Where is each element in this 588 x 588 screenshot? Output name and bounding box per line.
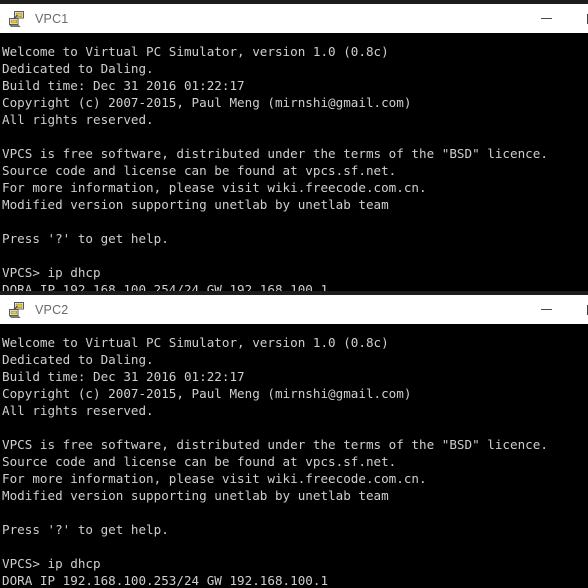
- minimize-button[interactable]: [523, 295, 569, 324]
- minimize-icon: [540, 18, 552, 19]
- terminal-line: Press '?' to get help.: [2, 231, 169, 246]
- terminal-line: Source code and license can be found at …: [2, 163, 397, 178]
- terminal-line: For more information, please visit wiki.…: [2, 471, 427, 486]
- maximize-button[interactable]: [569, 4, 588, 33]
- titlebar-vpc1[interactable]: VPC1: [0, 4, 588, 33]
- minimize-button[interactable]: [523, 4, 569, 33]
- terminal-line: All rights reserved.: [2, 112, 154, 127]
- terminal-line: VPCS> ip dhcp: [2, 556, 101, 571]
- terminal-line: Build time: Dec 31 2016 01:22:17: [2, 78, 245, 93]
- desktop-screen: VPC1 Welcome to Virtual PC Simulator, ve…: [0, 0, 588, 588]
- terminal-line: DORA IP 192.168.100.254/24 GW 192.168.10…: [2, 282, 329, 291]
- terminal-line: Welcome to Virtual PC Simulator, version…: [2, 335, 389, 350]
- terminal-line: Press '?' to get help.: [2, 522, 169, 537]
- titlebar-vpc2[interactable]: VPC2: [0, 295, 588, 324]
- window-controls-vpc2: [523, 295, 588, 324]
- terminal-line: VPCS is free software, distributed under…: [2, 437, 548, 452]
- terminal-output-vpc2[interactable]: Welcome to Virtual PC Simulator, version…: [0, 324, 588, 588]
- terminal-line: Modified version supporting unetlab by u…: [2, 488, 389, 503]
- window-vpc2: VPC2 Welcome to Virtual PC Simulator, ve…: [0, 291, 588, 588]
- terminal-line: DORA IP 192.168.100.253/24 GW 192.168.10…: [2, 573, 329, 588]
- window-controls-vpc1: [523, 4, 588, 33]
- window-title-vpc1: VPC1: [35, 11, 69, 26]
- terminal-line: Copyright (c) 2007-2015, Paul Meng (mirn…: [2, 386, 412, 401]
- terminal-line: Copyright (c) 2007-2015, Paul Meng (mirn…: [2, 95, 412, 110]
- terminal-line: Dedicated to Daling.: [2, 352, 154, 367]
- terminal-line: VPCS is free software, distributed under…: [2, 146, 548, 161]
- terminal-line: Source code and license can be found at …: [2, 454, 397, 469]
- network-computer-icon: [8, 10, 26, 28]
- terminal-line: For more information, please visit wiki.…: [2, 180, 427, 195]
- maximize-button[interactable]: [569, 295, 588, 324]
- terminal-line: Dedicated to Daling.: [2, 61, 154, 76]
- window-vpc1: VPC1 Welcome to Virtual PC Simulator, ve…: [0, 0, 588, 291]
- terminal-line: All rights reserved.: [2, 403, 154, 418]
- minimize-icon: [540, 309, 552, 310]
- terminal-line: Modified version supporting unetlab by u…: [2, 197, 389, 212]
- window-title-vpc2: VPC2: [35, 302, 69, 317]
- terminal-output-vpc1[interactable]: Welcome to Virtual PC Simulator, version…: [0, 33, 588, 291]
- terminal-line: Welcome to Virtual PC Simulator, version…: [2, 44, 389, 59]
- terminal-line: VPCS> ip dhcp: [2, 265, 101, 280]
- network-computer-icon: [8, 301, 26, 319]
- terminal-line: Build time: Dec 31 2016 01:22:17: [2, 369, 245, 384]
